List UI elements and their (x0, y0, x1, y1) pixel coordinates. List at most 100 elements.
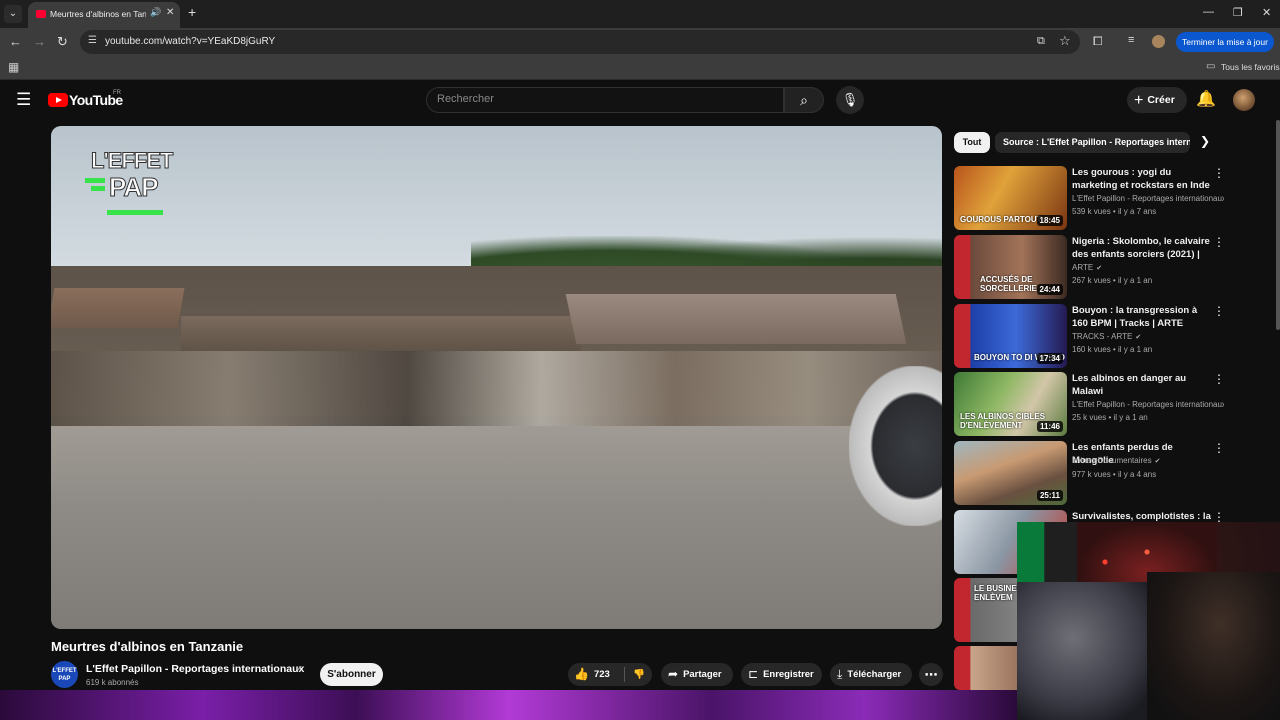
channel-watermark-logo: L'EFFET PAP (83, 148, 179, 218)
close-tab-icon[interactable]: ✕ (166, 7, 174, 18)
video-thumbnail[interactable]: GOUROUS PARTOUT 18:45 (954, 166, 1067, 230)
browser-tab-active[interactable]: Meurtres d'albinos en Tanzanie 🔊 ✕ (28, 2, 180, 28)
more-options-icon[interactable]: ⋮ (1213, 235, 1225, 249)
video-duration: 25:11 (1036, 490, 1063, 501)
more-options-icon[interactable]: ⋮ (1213, 441, 1225, 455)
video-thumbnail[interactable]: LES ALBINOS CIBLES D'ENLÈVEMENT 11:46 (954, 372, 1067, 436)
watermark-green-bar (107, 210, 163, 215)
chip-all[interactable]: Tout (954, 132, 990, 153)
watermark-line-1: L'EFFET (90, 148, 173, 174)
minimize-window-icon[interactable]: — (1203, 6, 1214, 18)
extensions-puzzle-icon[interactable]: ⧠ (1093, 34, 1103, 49)
recommendation-channel[interactable]: L'Effet Papillon - Reportages internatio… (1072, 400, 1224, 409)
recommendation-title[interactable]: Nigeria : Skolombo, le calvaire des enfa… (1072, 235, 1212, 261)
recommendation-title[interactable]: Les gourous : yogi du marketing et rocks… (1072, 166, 1212, 192)
apps-grid-icon[interactable]: ▦ (8, 60, 19, 74)
more-options-icon[interactable]: ⋮ (1213, 372, 1225, 386)
video-thumbnail[interactable]: BOUYON TO DI WORLD 17:34 (954, 304, 1067, 368)
address-bar[interactable]: ☰ youtube.com/watch?v=YEaKD8jGuRY ⧉ ☆ (80, 30, 1080, 54)
site-info-icon[interactable]: ☰ (88, 35, 97, 46)
country-code: FR (113, 90, 121, 96)
webcam-person (1017, 582, 1157, 720)
restore-window-icon[interactable]: ❐ (1233, 6, 1243, 19)
channel-name: imineo Documentaires (1072, 456, 1152, 465)
channel-avatar[interactable]: L'EFFET PAP (51, 661, 78, 688)
new-tab-plus-icon[interactable]: + (188, 4, 196, 20)
recommendation-title[interactable]: Les albinos en danger au Malawi (1072, 372, 1212, 398)
recommendation-item[interactable]: LES ALBINOS CIBLES D'ENLÈVEMENT 11:46 Le… (954, 372, 1234, 436)
plus-icon: + (1134, 92, 1144, 109)
recommendation-title[interactable]: Bouyon : la transgression à 160 BPM | Tr… (1072, 304, 1212, 330)
update-browser-button[interactable]: Terminer la mise à jour ⋮ (1176, 32, 1274, 67)
youtube-favicon-icon (36, 10, 46, 18)
close-window-icon[interactable]: ✕ (1262, 6, 1271, 19)
recommendation-channel[interactable]: ARTE ✔ (1072, 263, 1224, 272)
back-arrow-icon[interactable]: ← (9, 34, 22, 49)
video-frame-car-mirror (849, 366, 942, 526)
folder-icon[interactable]: ▭ (1206, 61, 1215, 72)
video-duration: 24:44 (1036, 284, 1063, 295)
chip-source-channel[interactable]: Source : L'Effet Papillon - Reportages i… (995, 132, 1190, 153)
like-button[interactable]: 👍 723 (568, 663, 624, 686)
tab-search-button[interactable]: ⌄ (4, 5, 22, 23)
bookmark-icon: ⊏ (748, 667, 759, 681)
recommendation-meta: 25 k vues • il y a 1 an (1072, 413, 1148, 422)
forward-arrow-icon[interactable]: → (33, 34, 46, 49)
save-button[interactable]: ⊏ Enregistrer (741, 663, 822, 686)
thumbs-down-icon: 👎 (633, 669, 645, 680)
recommendation-channel[interactable]: L'Effet Papillon - Reportages internatio… (1072, 194, 1224, 203)
user-avatar[interactable] (1233, 89, 1255, 111)
video-frame-road (51, 426, 942, 629)
url-text[interactable]: youtube.com/watch?v=YEaKD8jGuRY (105, 36, 275, 47)
voice-search-button[interactable]: 🎙 (836, 86, 864, 114)
channel-name-link[interactable]: L'Effet Papillon - Reportages internatio… (86, 663, 304, 675)
menu-hamburger-icon[interactable]: ☰ (16, 90, 31, 110)
view-count: 160 k vues (1072, 345, 1111, 354)
speaker-icon[interactable]: 🔊 (150, 7, 161, 18)
video-player[interactable]: L'EFFET PAP (51, 126, 942, 629)
watermark-green-bar (85, 178, 105, 183)
page-scrollbar[interactable] (1276, 120, 1280, 330)
dislike-button[interactable]: 👎 (626, 663, 652, 686)
divider (624, 667, 625, 682)
more-actions-button[interactable]: ⋯ (919, 663, 943, 686)
share-button[interactable]: ➦ Partager (661, 663, 733, 686)
youtube-logo-icon[interactable] (48, 93, 68, 107)
video-thumbnail[interactable]: 25:11 (954, 441, 1067, 505)
share-label: Partager (683, 669, 722, 680)
reload-icon[interactable]: ↻ (57, 34, 68, 50)
download-button[interactable]: ⤓ Télécharger (830, 663, 912, 686)
video-frame-shopfronts (51, 351, 942, 431)
video-duration: 11:46 (1036, 421, 1063, 432)
notifications-bell-icon[interactable]: 🔔 (1196, 89, 1216, 109)
browser-profile-avatar[interactable] (1152, 35, 1165, 48)
recommendation-item[interactable]: 25:11 Les enfants perdus de Mongolie imi… (954, 441, 1234, 505)
all-bookmarks-link[interactable]: Tous les favoris (1221, 62, 1280, 72)
install-app-icon[interactable]: ⧉ (1037, 35, 1045, 48)
bookmark-star-icon[interactable]: ☆ (1059, 33, 1071, 49)
youtube-header: ☰ YouTube FR ⌕ 🎙 +Créer 🔔 (0, 80, 1280, 120)
recommendation-item[interactable]: ACCUSÉS DE SORCELLERIE 24:44 Nigeria : S… (954, 235, 1234, 299)
like-dislike-group: 👍 723 👎 (568, 663, 652, 686)
save-label: Enregistrer (763, 669, 814, 680)
create-button[interactable]: + Créer (1127, 87, 1187, 113)
search-button[interactable]: ⌕ (784, 87, 824, 113)
recommendation-channel[interactable]: imineo Documentaires ✔ (1072, 456, 1224, 465)
view-count: 539 k vues (1072, 207, 1111, 216)
subscribe-button[interactable]: S'abonner (320, 663, 383, 686)
recommendation-item[interactable]: GOUROUS PARTOUT 18:45 Les gourous : yogi… (954, 166, 1234, 230)
video-frame-roof (51, 288, 185, 328)
verified-badge-icon: ✔ (296, 664, 303, 673)
video-thumbnail[interactable]: ACCUSÉS DE SORCELLERIE 24:44 (954, 235, 1067, 299)
search-box[interactable] (426, 87, 784, 113)
view-count: 977 k vues (1072, 470, 1111, 479)
recommendation-item[interactable]: BOUYON TO DI WORLD 17:34 Bouyon : la tra… (954, 304, 1234, 368)
more-options-icon[interactable]: ⋮ (1213, 166, 1225, 180)
more-options-icon[interactable]: ⋮ (1213, 304, 1225, 318)
chevron-right-icon[interactable]: ❯ (1200, 134, 1210, 148)
media-control-icon[interactable]: ≡ (1128, 34, 1134, 46)
recommendation-channel[interactable]: TRACKS - ARTE ✔ (1072, 332, 1224, 341)
search-input[interactable] (437, 93, 767, 105)
recommendation-meta: 160 k vues • il y a 1 an (1072, 345, 1153, 354)
search-icon: ⌕ (800, 92, 808, 108)
